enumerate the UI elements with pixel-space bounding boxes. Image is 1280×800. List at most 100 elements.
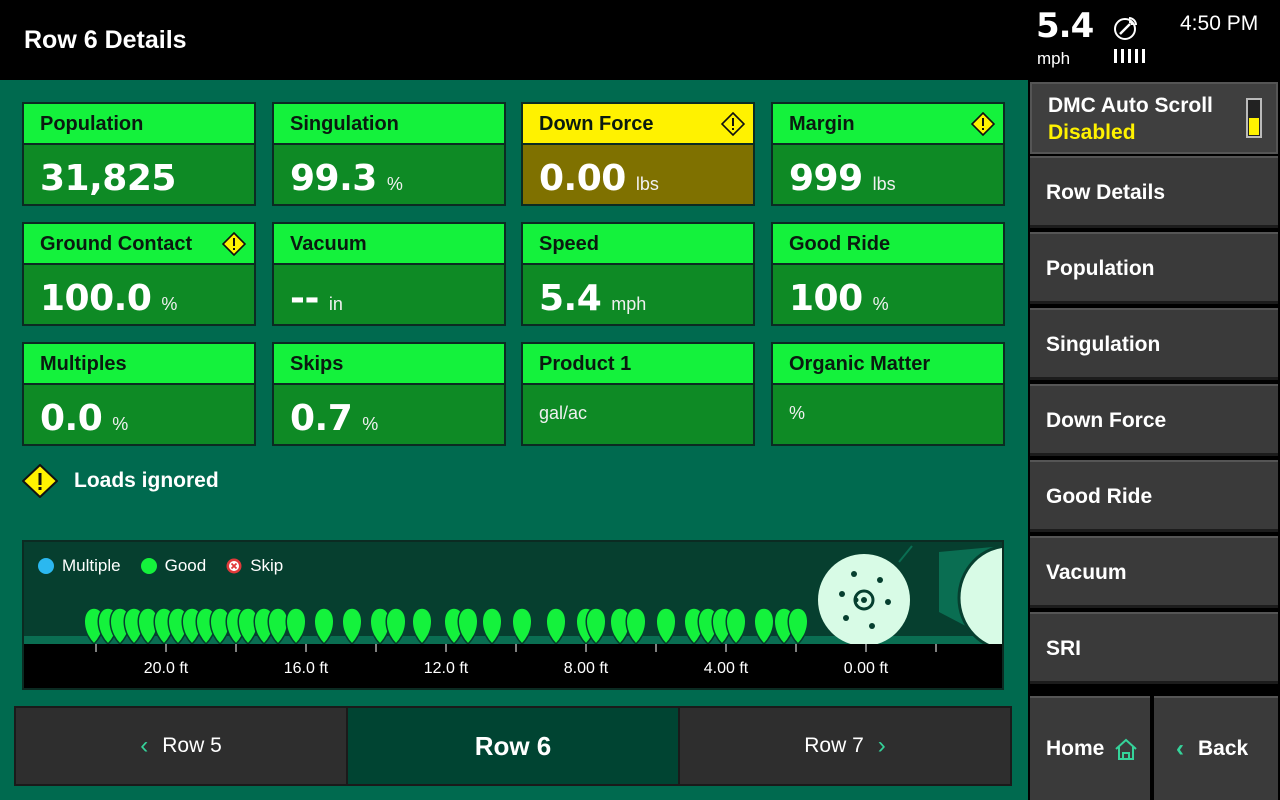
good-dot-icon — [140, 558, 157, 574]
sidebar-item-sri[interactable]: SRI — [1030, 612, 1278, 684]
home-icon — [1115, 738, 1138, 760]
tile-organic-matter[interactable]: Organic Matter % — [771, 342, 1005, 446]
previous-row-label: Row 5 — [162, 734, 222, 757]
tile-value: 31,825 — [40, 158, 176, 199]
current-row-button[interactable]: Row 6 — [348, 708, 680, 784]
chevron-left-icon: ‹ — [140, 732, 149, 759]
tile-label: Ground Contact — [40, 233, 193, 255]
tile-value: 100 — [789, 278, 863, 319]
home-label: Home — [1046, 737, 1105, 760]
tile-value: 0.0 — [40, 398, 103, 439]
legend-skip: Skip — [226, 556, 283, 576]
sidebar-item-row-details[interactable]: Row Details — [1030, 156, 1278, 228]
row-details-panel: Population 31,825 Singulation 99.3% Down… — [0, 80, 1028, 800]
dmc-auto-scroll-toggle[interactable]: DMC Auto Scroll Disabled — [1030, 82, 1278, 154]
tile-singulation[interactable]: Singulation 99.3% — [272, 102, 506, 206]
tile-unit: mph — [611, 294, 647, 314]
distance-label: 8.00 ft — [563, 660, 609, 677]
tile-unit: % — [112, 414, 129, 434]
tile-value: 5.4 — [539, 278, 602, 319]
tile-unit: % — [386, 174, 403, 194]
seed-spacing-view: Multiple Good Skip 20.0 ft 16.0 ft 12.0 … — [22, 540, 1004, 690]
alert-text: Loads ignored — [74, 469, 219, 492]
tile-vacuum[interactable]: Vacuum -- in — [272, 222, 506, 326]
tile-unit: % — [789, 403, 806, 423]
toggle-switch-icon — [1246, 98, 1262, 138]
tile-label: Organic Matter — [773, 344, 1003, 385]
tile-label: Singulation — [274, 104, 504, 145]
sidebar-item-down-force[interactable]: Down Force — [1030, 384, 1278, 456]
tile-product-1[interactable]: Product 1 gal/ac — [521, 342, 755, 446]
tile-unit: lbs — [635, 174, 659, 194]
sidebar-item-population[interactable]: Population — [1030, 232, 1278, 304]
skip-dot-icon — [226, 558, 242, 574]
tile-value: 0.7 — [290, 398, 353, 439]
distance-label: 0.00 ft — [843, 660, 889, 677]
tile-unit: % — [872, 294, 889, 314]
loads-alert: Loads ignored — [22, 464, 219, 498]
tile-speed[interactable]: Speed 5.4 mph — [521, 222, 755, 326]
back-label: Back — [1198, 737, 1249, 760]
tile-value: 999 — [789, 158, 863, 199]
ruler-ticks — [95, 644, 937, 652]
legend-label: Skip — [250, 556, 284, 575]
next-row-label: Row 7 — [804, 734, 864, 757]
legend-good: Good — [140, 556, 206, 576]
tile-population[interactable]: Population 31,825 — [22, 102, 256, 206]
tile-multiples[interactable]: Multiples 0.0% — [22, 342, 256, 446]
gps-satellite-icon — [1114, 17, 1137, 40]
back-button[interactable]: ‹ Back — [1154, 696, 1278, 800]
warning-icon — [721, 112, 745, 136]
distance-label: 20.0 ft — [143, 660, 189, 677]
tile-unit: gal/ac — [539, 403, 588, 423]
auto-scroll-title: DMC Auto Scroll — [1048, 94, 1213, 117]
distance-label: 12.0 ft — [423, 660, 469, 677]
multiple-dot-icon — [38, 558, 54, 574]
tile-label: Down Force — [539, 113, 654, 135]
sidebar-item-good-ride[interactable]: Good Ride — [1030, 460, 1278, 532]
chevron-left-icon: ‹ — [1176, 735, 1184, 762]
tile-label: Product 1 — [523, 344, 753, 385]
tile-label: Skips — [274, 344, 504, 385]
auto-scroll-status: Disabled — [1048, 121, 1136, 144]
clock: 4:50 PM — [1180, 12, 1259, 35]
tile-value: 100.0 — [40, 278, 152, 319]
row-navigation: ‹ Row 5 Row 6 Row 7 › — [14, 706, 1012, 786]
tile-ground-contact[interactable]: Ground Contact 100.0% — [22, 222, 256, 326]
tile-label: Vacuum — [274, 224, 504, 265]
tile-label: Population — [24, 104, 254, 145]
sidebar-item-singulation[interactable]: Singulation — [1030, 308, 1278, 380]
signal-strength-icon — [1114, 49, 1145, 63]
tile-value: 0.00 — [539, 158, 626, 199]
previous-row-button[interactable]: ‹ Row 5 — [16, 708, 348, 784]
sidebar-item-vacuum[interactable]: Vacuum — [1030, 536, 1278, 608]
next-row-button[interactable]: Row 7 › — [680, 708, 1010, 784]
page-title: Row 6 Details — [24, 26, 187, 54]
tile-value: -- — [290, 278, 319, 319]
chevron-right-icon: › — [877, 732, 886, 759]
tile-unit: % — [161, 294, 178, 314]
sidebar: DMC Auto Scroll Disabled Row Details Pop… — [1028, 80, 1280, 800]
seed-legend: Multiple Good Skip — [38, 556, 283, 576]
legend-label: Multiple — [62, 556, 121, 575]
tile-label: Margin — [789, 113, 855, 135]
tile-label: Speed — [523, 224, 753, 265]
home-button[interactable]: Home — [1030, 696, 1150, 800]
speed-readout: 5.4 — [1036, 6, 1094, 46]
speed-unit: mph — [1037, 49, 1071, 68]
tile-label: Good Ride — [773, 224, 1003, 265]
current-row-label: Row 6 — [474, 730, 552, 761]
tile-down-force[interactable]: Down Force 0.00 lbs — [521, 102, 755, 206]
warning-icon — [971, 112, 995, 136]
warning-icon — [222, 232, 246, 256]
warning-icon — [22, 464, 58, 498]
top-bar: Row 6 Details 5.4 mph 4:50 PM — [0, 0, 1280, 80]
tile-unit: % — [362, 414, 379, 434]
tile-skips[interactable]: Skips 0.7% — [272, 342, 506, 446]
tile-unit: in — [328, 294, 343, 314]
tile-value: 99.3 — [290, 158, 377, 199]
tile-good-ride[interactable]: Good Ride 100% — [771, 222, 1005, 326]
tile-margin[interactable]: Margin 999 lbs — [771, 102, 1005, 206]
tile-unit: lbs — [872, 174, 896, 194]
distance-ruler: 20.0 ft 16.0 ft 12.0 ft 8.00 ft 4.00 ft … — [24, 644, 1002, 688]
